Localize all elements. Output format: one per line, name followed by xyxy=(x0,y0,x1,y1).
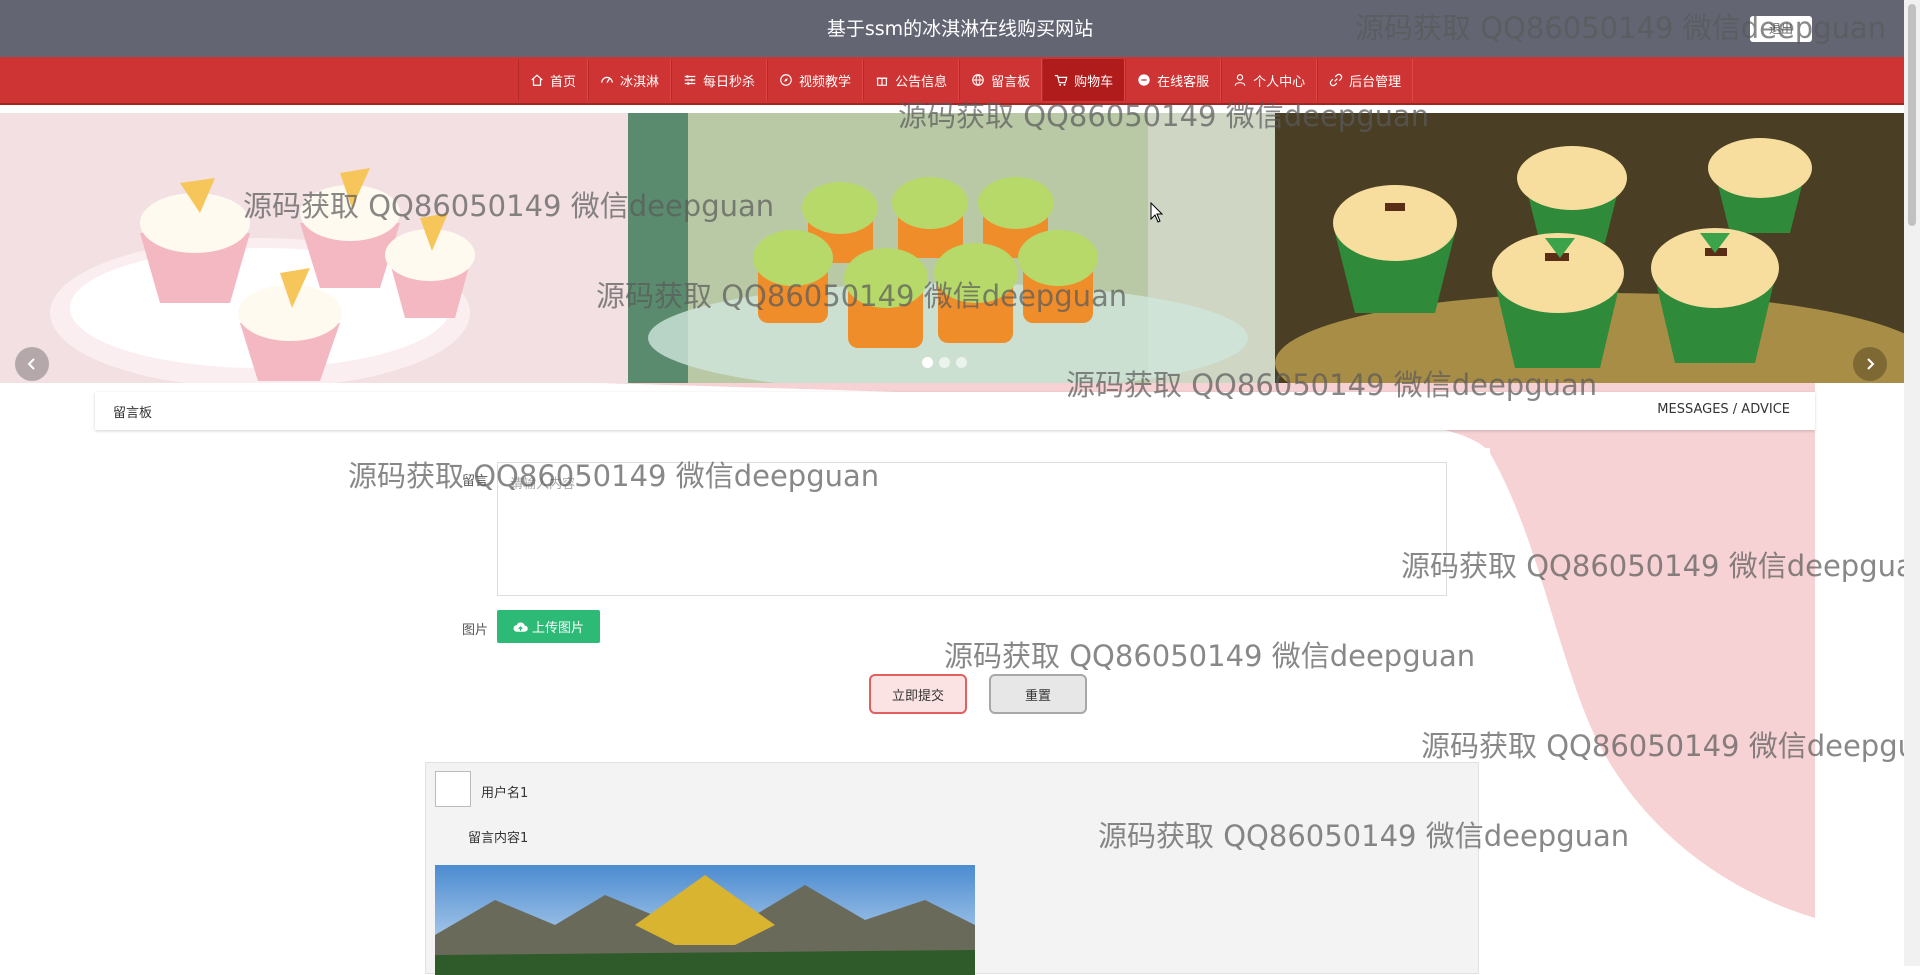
main-nav: 首页 冰淇淋 每日秒杀 视频教学 公告信息 留言板 购物车 在线客服 个人中心 … xyxy=(0,57,1920,105)
scrollbar-thumb[interactable] xyxy=(1908,4,1916,226)
chevron-left-icon xyxy=(27,358,35,370)
carousel-indicators xyxy=(922,357,967,368)
message-card: 用户名1 留言内容1 xyxy=(425,762,1479,975)
image-label: 图片 xyxy=(462,623,489,638)
nav-item-admin[interactable]: 后台管理 xyxy=(1317,59,1414,101)
logout-button[interactable]: 退出 xyxy=(1750,16,1812,42)
nav-item-label: 每日秒杀 xyxy=(703,74,756,90)
nav-item-support[interactable]: 在线客服 xyxy=(1125,59,1222,101)
nav-list: 首页 冰淇淋 每日秒杀 视频教学 公告信息 留言板 购物车 在线客服 个人中心 … xyxy=(518,59,1414,101)
nav-item-label: 留言板 xyxy=(991,74,1031,90)
nav-item-label: 公告信息 xyxy=(895,74,948,90)
chevron-right-icon xyxy=(1867,358,1875,370)
gift-icon xyxy=(875,73,889,87)
page-scrollbar[interactable] xyxy=(1904,0,1920,966)
top-header: 基于ssm的冰淇淋在线购买网站 退出 xyxy=(0,0,1920,57)
nav-item-message-board[interactable]: 留言板 xyxy=(959,59,1043,101)
compass-icon xyxy=(779,73,793,87)
banner-slide-image xyxy=(1275,113,1904,383)
message-image xyxy=(435,865,975,975)
section-subtitle: MESSAGES / ADVICE xyxy=(1657,402,1790,417)
section-header: 留言板 MESSAGES / ADVICE xyxy=(95,392,1815,430)
message-label: 留言 xyxy=(462,474,489,489)
banner-slide-image xyxy=(628,113,1275,383)
carousel-dot[interactable] xyxy=(939,357,950,368)
upload-image-button[interactable]: 上传图片 xyxy=(497,610,600,643)
carousel-prev-button[interactable] xyxy=(15,347,49,381)
upload-label: 上传图片 xyxy=(531,621,584,636)
link-icon xyxy=(1329,73,1343,87)
nav-item-label: 后台管理 xyxy=(1349,74,1402,90)
carousel-next-button[interactable] xyxy=(1853,347,1887,381)
nav-item-label: 个人中心 xyxy=(1253,74,1306,90)
chat-icon xyxy=(1137,73,1151,87)
banner-slide-image xyxy=(0,113,628,383)
section-title: 留言板 xyxy=(113,406,153,421)
mouse-cursor-icon xyxy=(1150,202,1164,223)
nav-item-label: 在线客服 xyxy=(1157,74,1210,90)
submit-button[interactable]: 立即提交 xyxy=(869,674,967,714)
nav-item-icecream[interactable]: 冰淇淋 xyxy=(588,59,672,101)
carousel-dot[interactable] xyxy=(956,357,967,368)
cart-icon xyxy=(1054,73,1068,87)
banner-carousel xyxy=(0,113,1904,383)
dashboard-icon xyxy=(600,73,614,87)
nav-item-video[interactable]: 视频教学 xyxy=(767,59,864,101)
nav-item-label: 视频教学 xyxy=(799,74,852,90)
nav-item-label: 购物车 xyxy=(1074,74,1114,90)
sliders-icon xyxy=(683,73,697,87)
nav-item-home[interactable]: 首页 xyxy=(518,59,589,101)
nav-item-cart[interactable]: 购物车 xyxy=(1042,59,1126,101)
nav-item-label: 冰淇淋 xyxy=(620,74,660,90)
message-content: 留言内容1 xyxy=(468,831,529,846)
avatar xyxy=(435,771,471,807)
carousel-dot[interactable] xyxy=(922,357,933,368)
user-icon xyxy=(1233,73,1247,87)
nav-item-flash-sale[interactable]: 每日秒杀 xyxy=(671,59,768,101)
nav-item-profile[interactable]: 个人中心 xyxy=(1221,59,1318,101)
globe-icon xyxy=(971,73,985,87)
reset-button[interactable]: 重置 xyxy=(989,674,1087,714)
message-username: 用户名1 xyxy=(481,786,529,801)
nav-item-label: 首页 xyxy=(550,74,577,90)
message-textarea[interactable]: 请输入内容 xyxy=(497,462,1447,596)
site-title: 基于ssm的冰淇淋在线购买网站 xyxy=(826,18,1094,40)
cloud-upload-icon xyxy=(513,622,528,632)
nav-item-notice[interactable]: 公告信息 xyxy=(863,59,960,101)
home-icon xyxy=(530,73,544,87)
